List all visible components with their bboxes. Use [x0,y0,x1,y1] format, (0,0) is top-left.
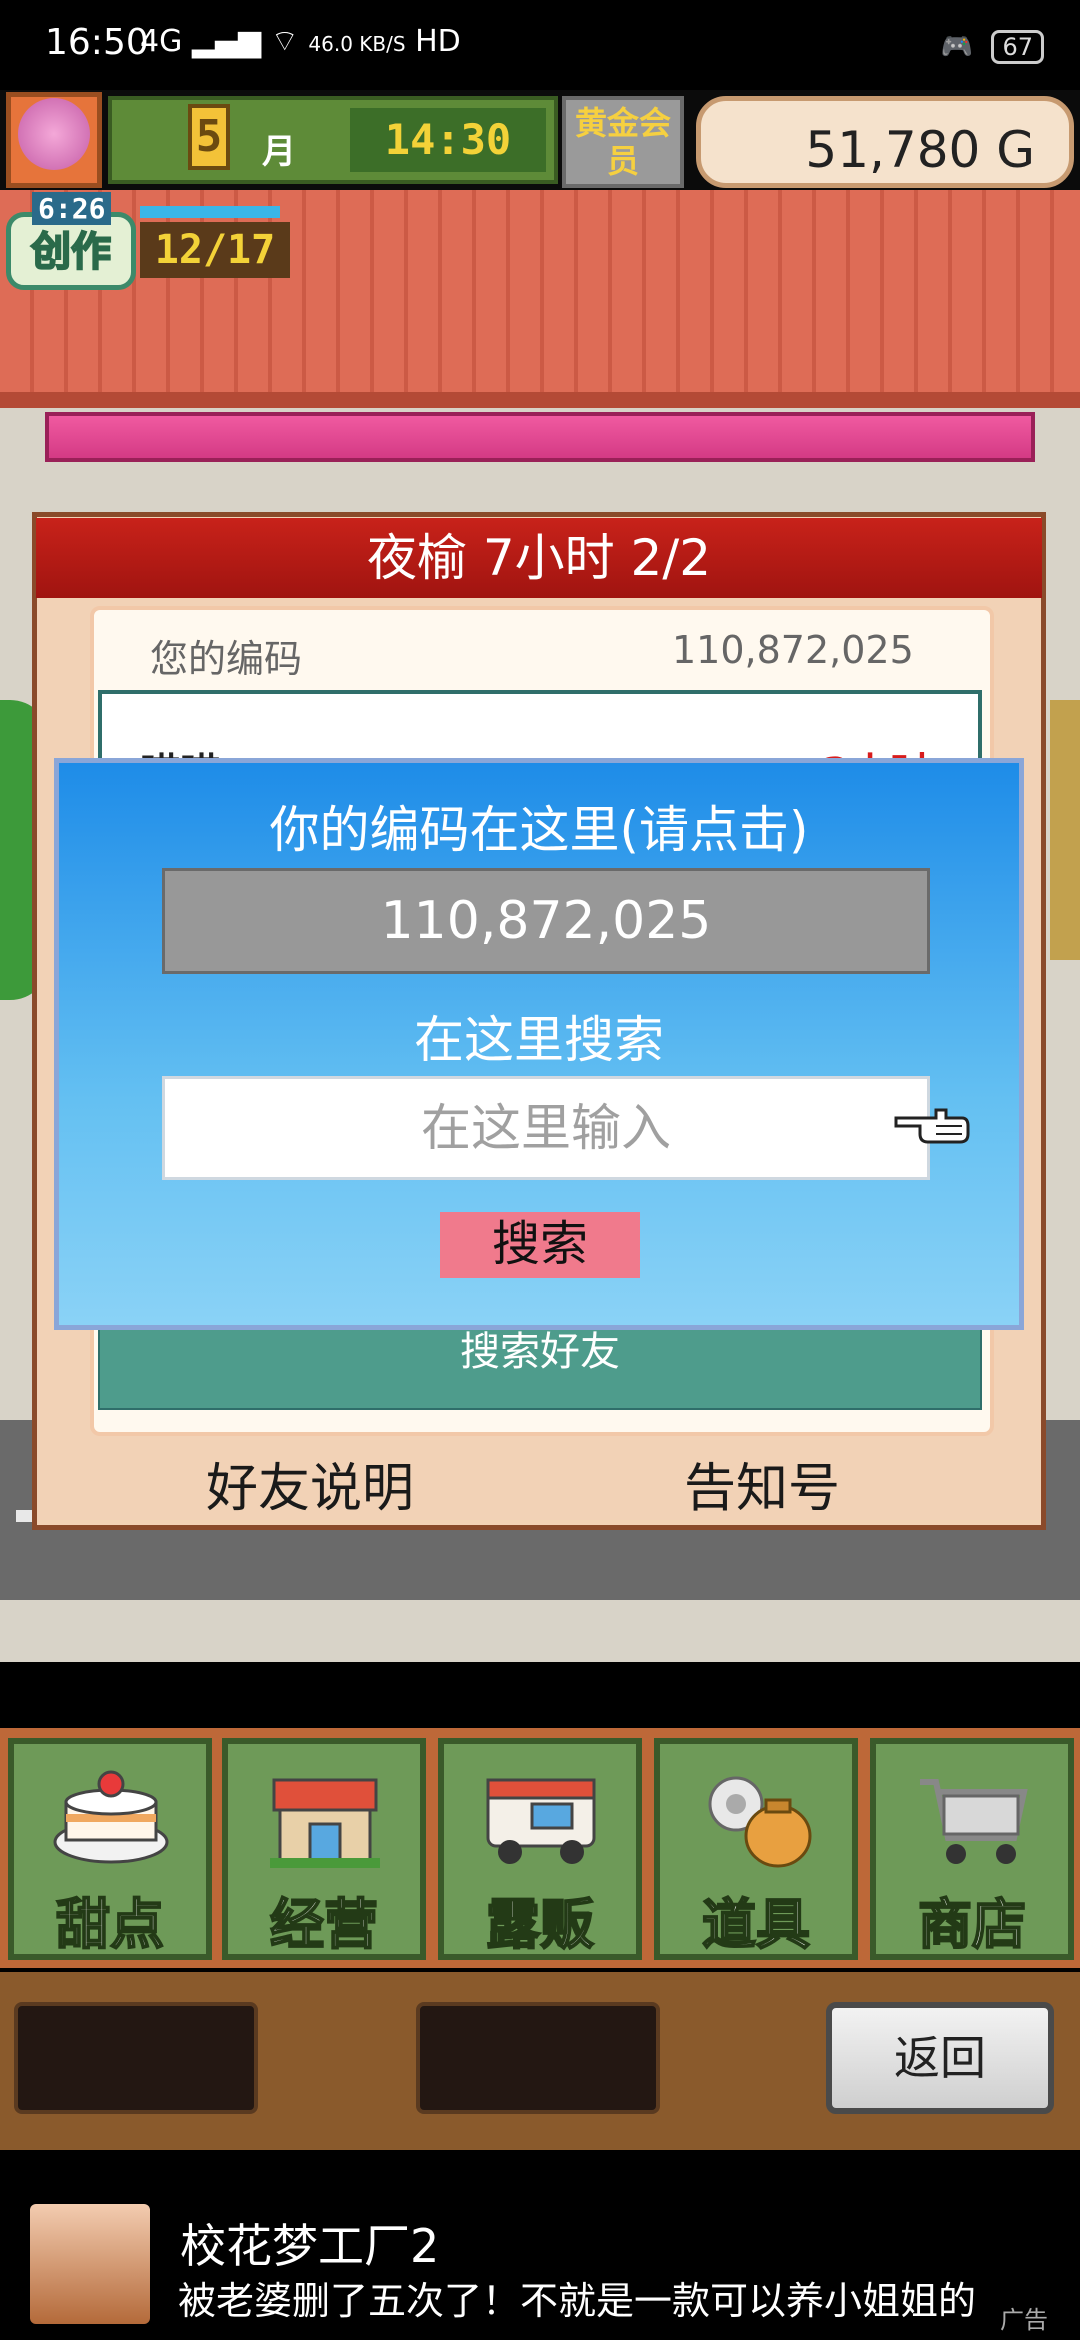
craft-progress-bar [140,206,280,218]
menu-label: 道具 [701,1892,811,1957]
shop-icon [270,1778,380,1868]
notice-link[interactable]: 告知号 [684,1446,840,1521]
my-code-box[interactable]: 110,872,025 [162,868,930,974]
status-bar: 16:50 4G ▂▄▆ ⌔ 46.0 KB/S HD 🎮 67 [0,0,1080,90]
menu-item-stall[interactable]: 露贩 [438,1738,642,1960]
battery-icon: 67 [991,30,1044,64]
menu-item-manage[interactable]: 经营 [222,1738,426,1960]
ad-tag: 广告 [1000,2306,1048,2334]
panel-title: 夜榆 7小时 2/2 [36,518,1042,598]
menu-item-store[interactable]: 商店 [870,1738,1074,1960]
shop-awning [45,412,1035,462]
money-value: 51,780 G [805,121,1035,179]
gamepad-icon: 🎮 [940,32,974,62]
tree-right [1050,700,1080,960]
empty-slot [14,2002,258,2114]
hd-label: HD [415,24,461,59]
network-type: 4G [140,24,183,59]
signal-icon: ▂▄▆ [191,24,271,59]
status-network: 4G ▂▄▆ ⌔ 46.0 KB/S HD [140,22,461,60]
status-right: 🎮 67 [941,30,1044,64]
menu-label: 经营 [269,1892,379,1957]
money-display: 51,780 G [696,96,1074,188]
ad-thumbnail[interactable] [30,2204,150,2324]
cake-icon [53,1770,169,1864]
search-label: 在这里搜索 [414,1011,664,1069]
menu-label: 甜点 [55,1892,165,1957]
craft-timer: 6:26 [32,192,112,225]
search-button[interactable]: 搜索 [440,1212,640,1278]
status-time: 16:50 [45,22,149,63]
menu-label: 露贩 [485,1892,595,1957]
empty-slot [416,2002,660,2114]
search-friends-button[interactable]: 搜索好友 [100,1322,980,1408]
month-number: 5 [188,104,230,170]
gold-member-badge[interactable]: 黄金会员 [562,96,684,188]
friend-info-link[interactable]: 好友说明 [206,1446,414,1521]
my-code-label: 您的编码 [150,637,303,681]
net-speed: 46.0 KB/S [308,32,406,56]
game-clock: 14:30 [350,108,546,172]
cherry-tree-icon [18,98,90,170]
return-button[interactable]: 返回 [826,2002,1054,2114]
roof-edge [0,392,1080,408]
food-truck-icon [486,1778,596,1864]
wifi-icon: ⌔ [270,24,299,59]
pointing-hand-icon [894,1108,970,1144]
shopping-cart-icon [920,1779,1028,1864]
month-label: 月 [262,132,296,172]
dialog-title: 你的编码在这里(请点击) [269,801,809,859]
craft-count: 12/17 [140,222,290,278]
ad-text[interactable]: 被老婆删了五次了！不就是一款可以养小姐姐的 [178,2270,1058,2325]
menu-label: 商店 [917,1892,1027,1957]
menu-item-items[interactable]: 道具 [654,1738,858,1960]
ad-title[interactable]: 校花梦工厂2 [180,2210,439,2276]
my-code-value: 110,872,025 [672,628,914,672]
search-input[interactable] [162,1076,930,1180]
menu-item-dessert[interactable]: 甜点 [8,1738,212,1960]
item-bag-icon [708,1776,812,1868]
